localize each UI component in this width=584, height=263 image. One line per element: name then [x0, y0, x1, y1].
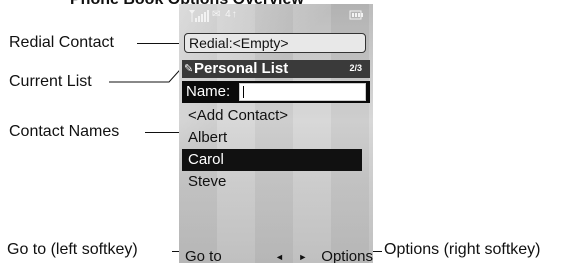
options-softkey[interactable]: Options	[321, 247, 373, 263]
redial-contact-button[interactable]: Redial:<Empty>	[184, 33, 366, 53]
name-field-label: Name:	[186, 83, 231, 100]
current-list-header: ✎ Personal List 2/3	[182, 60, 370, 78]
current-list-title: Personal List	[194, 60, 289, 77]
go-to-softkey[interactable]: Go to	[185, 247, 222, 263]
contact-item-albert[interactable]: Albert	[182, 127, 362, 149]
name-search-input[interactable]	[239, 83, 366, 101]
status-indicator-icons: ✉ 4↑	[212, 9, 238, 20]
status-bar: ✉ 4↑	[179, 4, 373, 28]
contact-item-carol[interactable]: Carol	[182, 149, 362, 171]
pencil-icon: ✎	[184, 63, 194, 75]
battery-icon	[349, 10, 363, 20]
name-search-row: Name:	[182, 81, 370, 103]
callout-current-list: Current List	[9, 73, 92, 90]
callout-options-right-softkey: Options (right softkey)	[384, 241, 541, 258]
leader-line-redial	[137, 43, 185, 44]
softkey-bar: Go to ◄ ► Options	[179, 247, 373, 263]
contact-item-add-contact[interactable]: <Add Contact>	[182, 105, 362, 127]
leader-line-current-list	[109, 61, 188, 83]
callout-go-to-left-softkey: Go to (left softkey)	[7, 241, 138, 258]
contact-item-steve[interactable]: Steve	[182, 171, 362, 193]
callout-contact-names: Contact Names	[9, 123, 120, 140]
nav-arrows-icon: ◄ ►	[275, 252, 314, 262]
text-cursor	[243, 86, 244, 98]
signal-strength-icon	[189, 10, 209, 22]
list-page-indicator: 2/3	[349, 63, 362, 73]
phone-screen: ✉ 4↑ Redial:<Empty> ✎ Personal List 2/3 …	[179, 4, 373, 263]
callout-redial-contact: Redial Contact	[9, 34, 114, 51]
